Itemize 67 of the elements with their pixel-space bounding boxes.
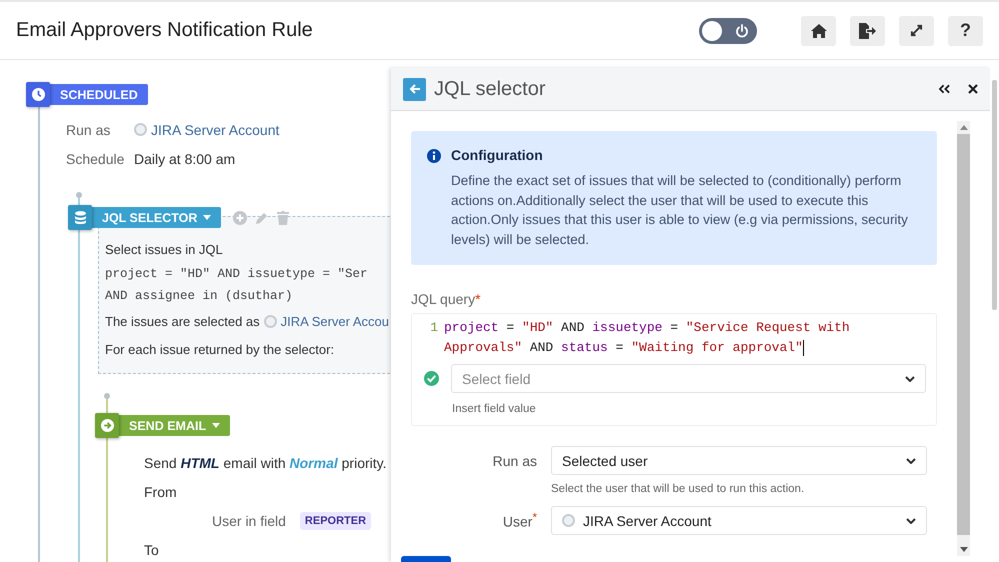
document-arrow-icon (859, 22, 876, 38)
chevron-down-icon (905, 376, 915, 382)
caret-icon (203, 215, 212, 220)
run-as-label: Run as (492, 452, 537, 468)
loop-text: For each issue returned by the selector: (105, 340, 336, 359)
query-text: AND assignee in (dsuthar) (105, 288, 294, 305)
source-label: User in field (212, 512, 286, 528)
export-button[interactable] (850, 16, 885, 46)
scroll-up-icon[interactable] (960, 125, 968, 130)
selected-as-text: The issues are selected as (105, 314, 260, 328)
plus-circle-icon[interactable] (233, 210, 248, 224)
query-editor[interactable]: 1 project = "HD" AND issuetype = "Service Request with Approvals" AND status = "Waiting for approval" Select field Insert field value (411, 313, 937, 426)
power-icon (735, 24, 749, 38)
code-line: Approvals" AND status = "Waiting for approval" (444, 338, 804, 358)
database-icon (74, 211, 86, 224)
field-hint: Insert field value (452, 403, 537, 415)
avatar-icon (562, 514, 575, 527)
info-title: Configuration (451, 147, 544, 163)
user-name: JIRA Server Account (151, 122, 280, 138)
double-chevron-left-icon (939, 84, 950, 94)
field-select[interactable]: Select field (451, 364, 926, 393)
required-mark: * (475, 291, 481, 307)
trigger-badge[interactable]: SCHEDULED (26, 84, 148, 105)
chevron-down-icon (906, 458, 916, 464)
panel-title: JQL selector (434, 78, 547, 100)
page-title: Email Approvers Notification Rule (16, 19, 314, 42)
back-button[interactable] (403, 78, 426, 100)
clock-icon (32, 88, 44, 101)
run-as-select[interactable]: Selected user (551, 446, 927, 475)
expand-button[interactable] (899, 16, 934, 46)
avatar-icon (134, 123, 147, 136)
step-title: Select issues in JQL (105, 240, 224, 258)
field-tag: REPORTER (300, 512, 372, 530)
expand-icon (910, 24, 923, 37)
page-scrollbar[interactable] (992, 80, 997, 310)
user-name: JIRA Server Accou (280, 314, 390, 328)
line-number: 1 (430, 320, 438, 335)
required-mark: * (532, 511, 537, 524)
avatar-icon (264, 314, 277, 328)
chevron-down-icon (906, 518, 916, 524)
help-button[interactable]: ? (948, 16, 983, 46)
to-label: To (144, 540, 160, 560)
home-button[interactable] (801, 16, 836, 46)
pencil-icon[interactable] (255, 210, 270, 224)
query-label: JQL query (411, 291, 476, 307)
close-button[interactable] (968, 84, 978, 94)
collapse-button[interactable] (939, 84, 950, 94)
run-as-hint: Select the user that will be used to run this action. (551, 483, 806, 495)
user-select[interactable]: JIRA Server Account (551, 506, 927, 535)
caret-icon (212, 423, 220, 428)
field-value: Daily at 8:00 am (134, 150, 236, 166)
code-line: project = "HD" AND issuetype = "Service Request with (444, 319, 850, 337)
info-text: Define the exact set of issues that will be selected to (conditionally) perform actions on.Additionally select the user that will be used to execute this action.Only issues that this user is able to view (e.g via permissions, security levels) will be selected. (451, 172, 909, 249)
user-label: User (502, 514, 532, 530)
trash-icon[interactable] (277, 210, 290, 224)
query-text: project = "HD" AND issuetype = "Ser (105, 266, 369, 283)
arrow-left-icon (408, 83, 420, 95)
from-label: From (144, 482, 178, 502)
home-icon (810, 24, 826, 38)
scrollbar[interactable] (957, 121, 970, 556)
email-summary: Send HTML email with Normal priority. (144, 454, 386, 470)
info-icon (427, 149, 441, 163)
field-label: Run as (66, 122, 112, 138)
scroll-down-icon[interactable] (960, 547, 968, 552)
rule-toggle[interactable] (699, 18, 757, 44)
close-icon (968, 84, 978, 94)
arrow-circle-icon (100, 419, 114, 432)
